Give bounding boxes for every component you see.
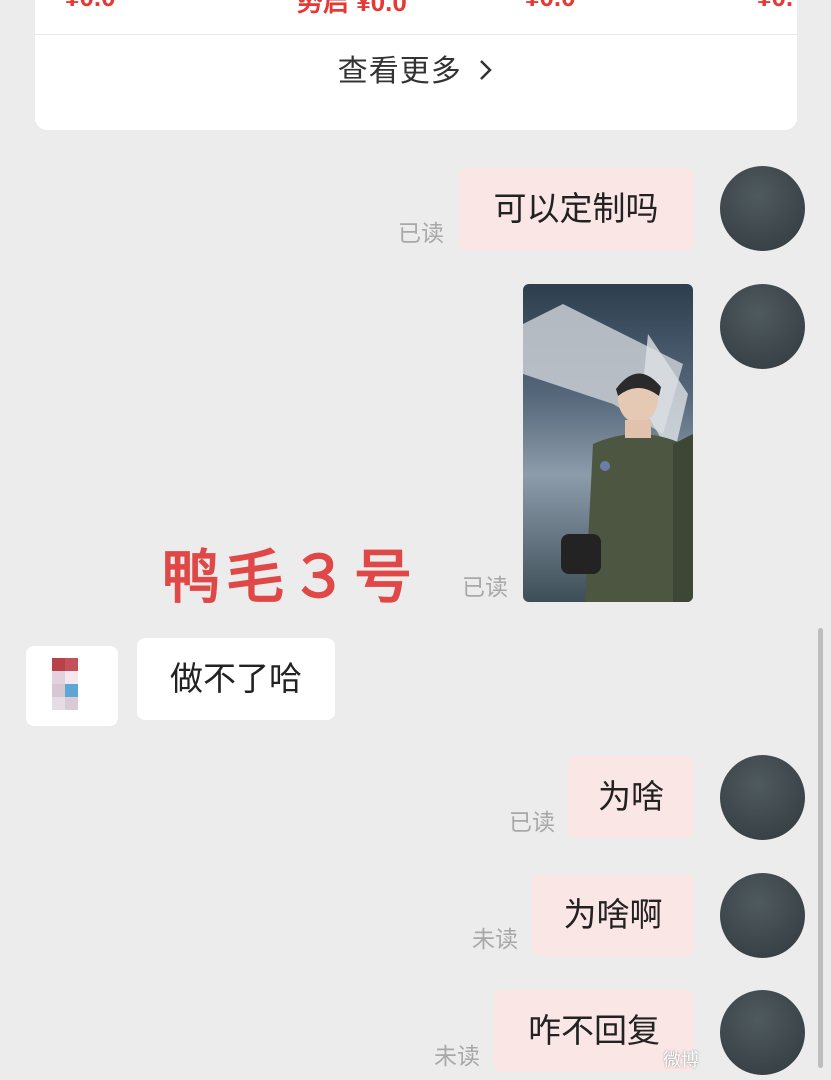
message-text: 咋不回复 <box>528 1011 660 1050</box>
avatar[interactable] <box>720 990 805 1075</box>
avatar[interactable] <box>720 755 805 840</box>
avatar[interactable] <box>26 646 118 726</box>
message-text: 为啥 <box>598 777 664 816</box>
price-row: ¥0.0 势启 ¥0.0 ¥0.0 ¥0. <box>35 0 797 14</box>
message-bubble[interactable]: 可以定制吗 <box>458 168 694 250</box>
message-bubble[interactable]: 为啥啊 <box>532 874 694 956</box>
message-image[interactable] <box>523 284 693 602</box>
message-text: 做不了哈 <box>170 659 302 698</box>
price: ¥0. <box>757 0 793 13</box>
overlay-title: 鸭毛３号 <box>162 543 419 611</box>
avatar[interactable] <box>720 284 805 369</box>
pixelated-avatar-icon <box>52 658 78 710</box>
message-bubble[interactable]: 做不了哈 <box>137 638 335 720</box>
read-status: 未读 <box>472 927 518 953</box>
product-card: ¥0.0 势启 ¥0.0 ¥0.0 ¥0. 查看更多 <box>35 0 797 130</box>
price: ¥0.0 <box>65 0 116 13</box>
read-status: 已读 <box>462 575 508 601</box>
see-more-label: 查看更多 <box>337 54 462 89</box>
scrollbar[interactable] <box>818 628 823 1068</box>
read-status: 已读 <box>398 221 444 247</box>
chevron-right-icon <box>480 60 493 80</box>
read-status: 已读 <box>509 810 555 836</box>
see-more-button[interactable]: 查看更多 <box>35 46 797 90</box>
photo-content <box>523 304 693 602</box>
message-text: 为啥啊 <box>563 895 663 934</box>
read-status: 未读 <box>434 1044 480 1070</box>
price: ¥0.0 <box>525 0 576 13</box>
message-text: 可以定制吗 <box>493 189 659 228</box>
weibo-watermark: 微博 <box>663 1050 699 1071</box>
avatar[interactable] <box>720 166 805 251</box>
avatar[interactable] <box>720 873 805 958</box>
divider <box>35 34 797 35</box>
price: 势启 ¥0.0 <box>297 0 407 14</box>
message-bubble[interactable]: 为啥 <box>568 756 694 838</box>
